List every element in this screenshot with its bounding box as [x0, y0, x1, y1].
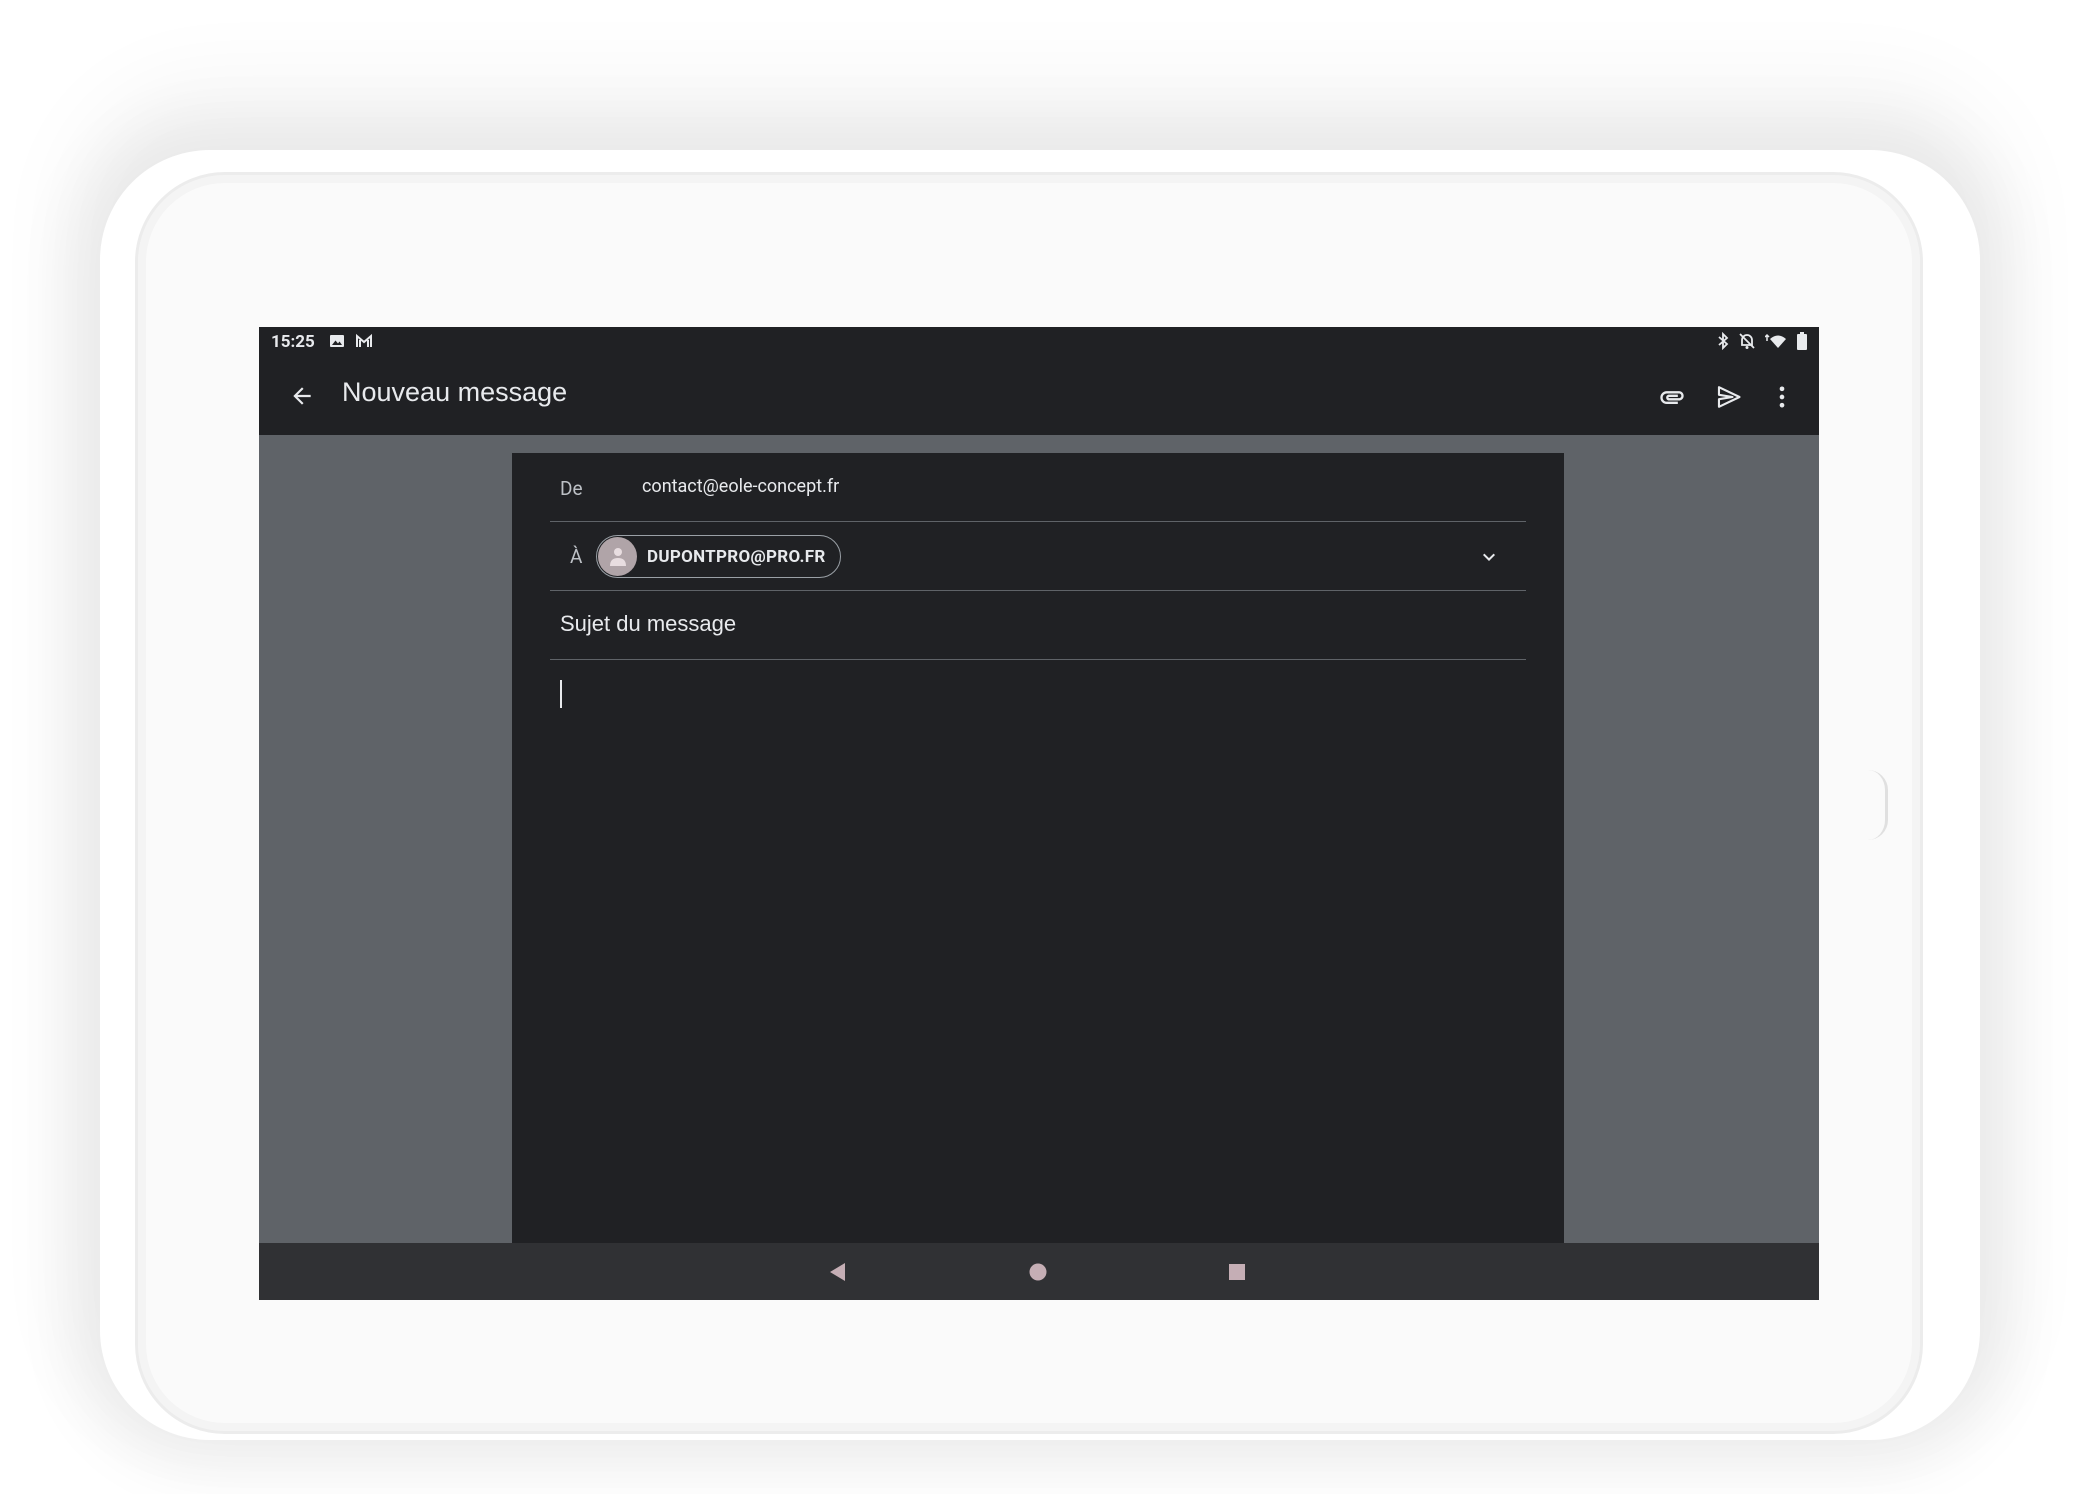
wifi-icon	[1764, 332, 1787, 355]
from-row[interactable]: De contact@eole-concept.fr	[550, 453, 1526, 522]
device-screen: 15:25 Nouveau message De contact@eole-co…	[259, 327, 1819, 1300]
nav-home-button[interactable]	[1023, 1257, 1053, 1287]
notifications-off-icon	[1739, 332, 1755, 355]
nav-back-button[interactable]	[823, 1257, 853, 1287]
to-label: À	[570, 545, 583, 568]
status-time: 15:25	[271, 332, 315, 352]
recents-square-icon	[1229, 1264, 1245, 1280]
send-button[interactable]	[1709, 377, 1749, 417]
system-navigation-bar	[259, 1243, 1819, 1300]
person-icon	[609, 547, 626, 566]
to-row[interactable]: À DUPONTPRO@PRO.FR	[550, 522, 1526, 591]
app-bar: Nouveau message	[259, 357, 1819, 435]
status-bar: 15:25	[259, 327, 1819, 357]
attach-button[interactable]	[1652, 377, 1692, 417]
page-title: Nouveau message	[342, 377, 568, 407]
more-options-button[interactable]	[1762, 377, 1802, 417]
send-icon	[1717, 386, 1741, 408]
back-button[interactable]	[285, 379, 319, 413]
image-notification-icon	[329, 333, 345, 354]
status-left-icons	[329, 333, 373, 354]
gmail-notification-icon	[355, 333, 373, 354]
recipient-chip[interactable]: DUPONTPRO@PRO.FR	[596, 535, 841, 578]
tablet-side-button	[1868, 770, 1888, 840]
status-right-icons	[1717, 331, 1807, 355]
subject-input[interactable]: Sujet du message	[560, 611, 736, 637]
back-triangle-icon	[830, 1263, 845, 1281]
from-value[interactable]: contact@eole-concept.fr	[642, 476, 839, 497]
home-circle-icon	[1029, 1263, 1047, 1281]
compose-form: De contact@eole-concept.fr À DUPONTPRO@P…	[512, 453, 1564, 1257]
subject-row[interactable]: Sujet du message	[550, 591, 1526, 660]
expand-recipients-button[interactable]	[1474, 542, 1504, 572]
nav-recents-button[interactable]	[1222, 1257, 1252, 1287]
arrow-back-icon	[293, 387, 311, 405]
more-vert-icon	[1779, 386, 1785, 408]
message-body-input[interactable]	[550, 660, 1526, 1257]
recipient-chip-label: DUPONTPRO@PRO.FR	[647, 546, 826, 567]
text-cursor	[560, 680, 562, 708]
attach-icon	[1660, 391, 1684, 404]
bluetooth-icon	[1717, 331, 1729, 355]
from-label: De	[560, 477, 583, 500]
battery-icon	[1797, 332, 1807, 355]
chevron-down-icon	[1483, 553, 1495, 561]
avatar	[598, 537, 637, 576]
